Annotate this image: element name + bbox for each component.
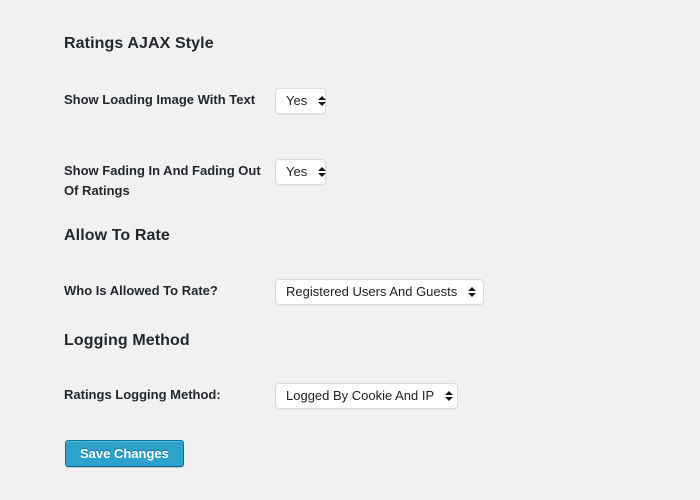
field-label-show-fading: Show Fading In And Fading Out Of Ratings xyxy=(64,163,261,198)
field-label-who-is-allowed-to-rate: Who Is Allowed To Rate? xyxy=(64,283,218,298)
select-show-loading-image[interactable]: Yes xyxy=(275,88,326,114)
section-heading-ratings-ajax-style: Ratings AJAX Style xyxy=(64,35,214,53)
section-title: Logging Method xyxy=(64,332,190,349)
section-heading-logging-method: Logging Method xyxy=(64,332,190,350)
form-row-who-is-allowed-to-rate: Who Is Allowed To Rate? Registered Users… xyxy=(64,279,684,305)
select-value: Yes xyxy=(286,164,308,179)
form-row-show-loading-image: Show Loading Image With Text Yes xyxy=(64,88,684,114)
up-down-arrows-icon xyxy=(444,391,453,401)
field-label-ratings-logging-method: Ratings Logging Method: xyxy=(64,387,221,402)
section-title: Allow To Rate xyxy=(64,227,170,244)
form-row-ratings-logging-method: Ratings Logging Method: Logged By Cookie… xyxy=(64,383,684,409)
select-show-fading[interactable]: Yes xyxy=(275,159,326,185)
up-down-arrows-icon xyxy=(467,287,476,297)
select-value: Logged By Cookie And IP xyxy=(286,388,435,403)
section-title: Ratings AJAX Style xyxy=(64,35,214,52)
select-ratings-logging-method[interactable]: Logged By Cookie And IP xyxy=(275,383,458,409)
section-heading-allow-to-rate: Allow To Rate xyxy=(64,227,170,245)
select-value: Yes xyxy=(286,93,308,108)
select-who-is-allowed-to-rate[interactable]: Registered Users And Guests xyxy=(275,279,484,305)
field-control-show-loading-image: Yes xyxy=(275,88,684,114)
field-control-show-fading: Yes xyxy=(275,159,684,185)
save-button-wrapper: Save Changes xyxy=(65,440,184,467)
settings-page: Ratings AJAX Style Show Loading Image Wi… xyxy=(0,0,700,500)
up-down-arrows-icon xyxy=(317,167,326,177)
field-label-show-loading-image: Show Loading Image With Text xyxy=(64,92,256,107)
field-control-who-is-allowed-to-rate: Registered Users And Guests xyxy=(275,279,684,305)
up-down-arrows-icon xyxy=(317,96,326,106)
save-changes-button[interactable]: Save Changes xyxy=(65,440,184,467)
select-value: Registered Users And Guests xyxy=(286,284,458,299)
form-row-show-fading: Show Fading In And Fading Out Of Ratings… xyxy=(64,159,684,201)
field-control-ratings-logging-method: Logged By Cookie And IP xyxy=(275,383,684,409)
